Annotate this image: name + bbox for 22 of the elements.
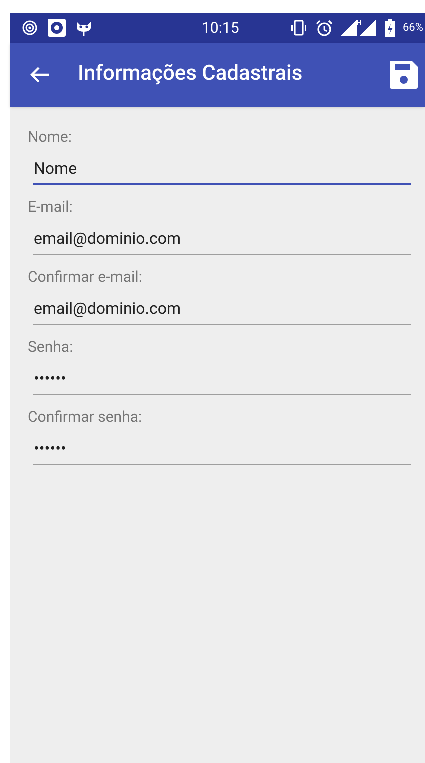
vibrate-icon [290, 20, 308, 36]
back-arrow-icon[interactable] [30, 66, 50, 84]
record-icon [48, 19, 66, 37]
app-bar-title: Informações Cadastrais [78, 61, 304, 88]
field-label: E-mail: [27, 197, 74, 217]
battery-percent: 66% [403, 20, 424, 36]
cat-icon [76, 20, 92, 36]
hotspot-icon [22, 20, 38, 36]
text-field[interactable]: •••••• [33, 433, 411, 465]
text-field[interactable]: •••••• [33, 363, 411, 395]
signal-icon [341, 20, 377, 36]
text-field[interactable]: email@dominio.com [33, 223, 411, 255]
save-icon[interactable] [389, 60, 419, 90]
field-label: Senha: [27, 337, 74, 357]
alarm-icon [316, 20, 333, 36]
status-time: 10:15 [202, 18, 240, 39]
battery-icon [385, 19, 395, 37]
field-label: Nome: [27, 127, 73, 147]
text-field[interactable]: Nome [33, 153, 411, 185]
field-label: Confirmar e-mail: [27, 267, 144, 287]
field-label: Confirmar senha: [27, 407, 144, 427]
text-field[interactable]: email@dominio.com [33, 293, 411, 325]
